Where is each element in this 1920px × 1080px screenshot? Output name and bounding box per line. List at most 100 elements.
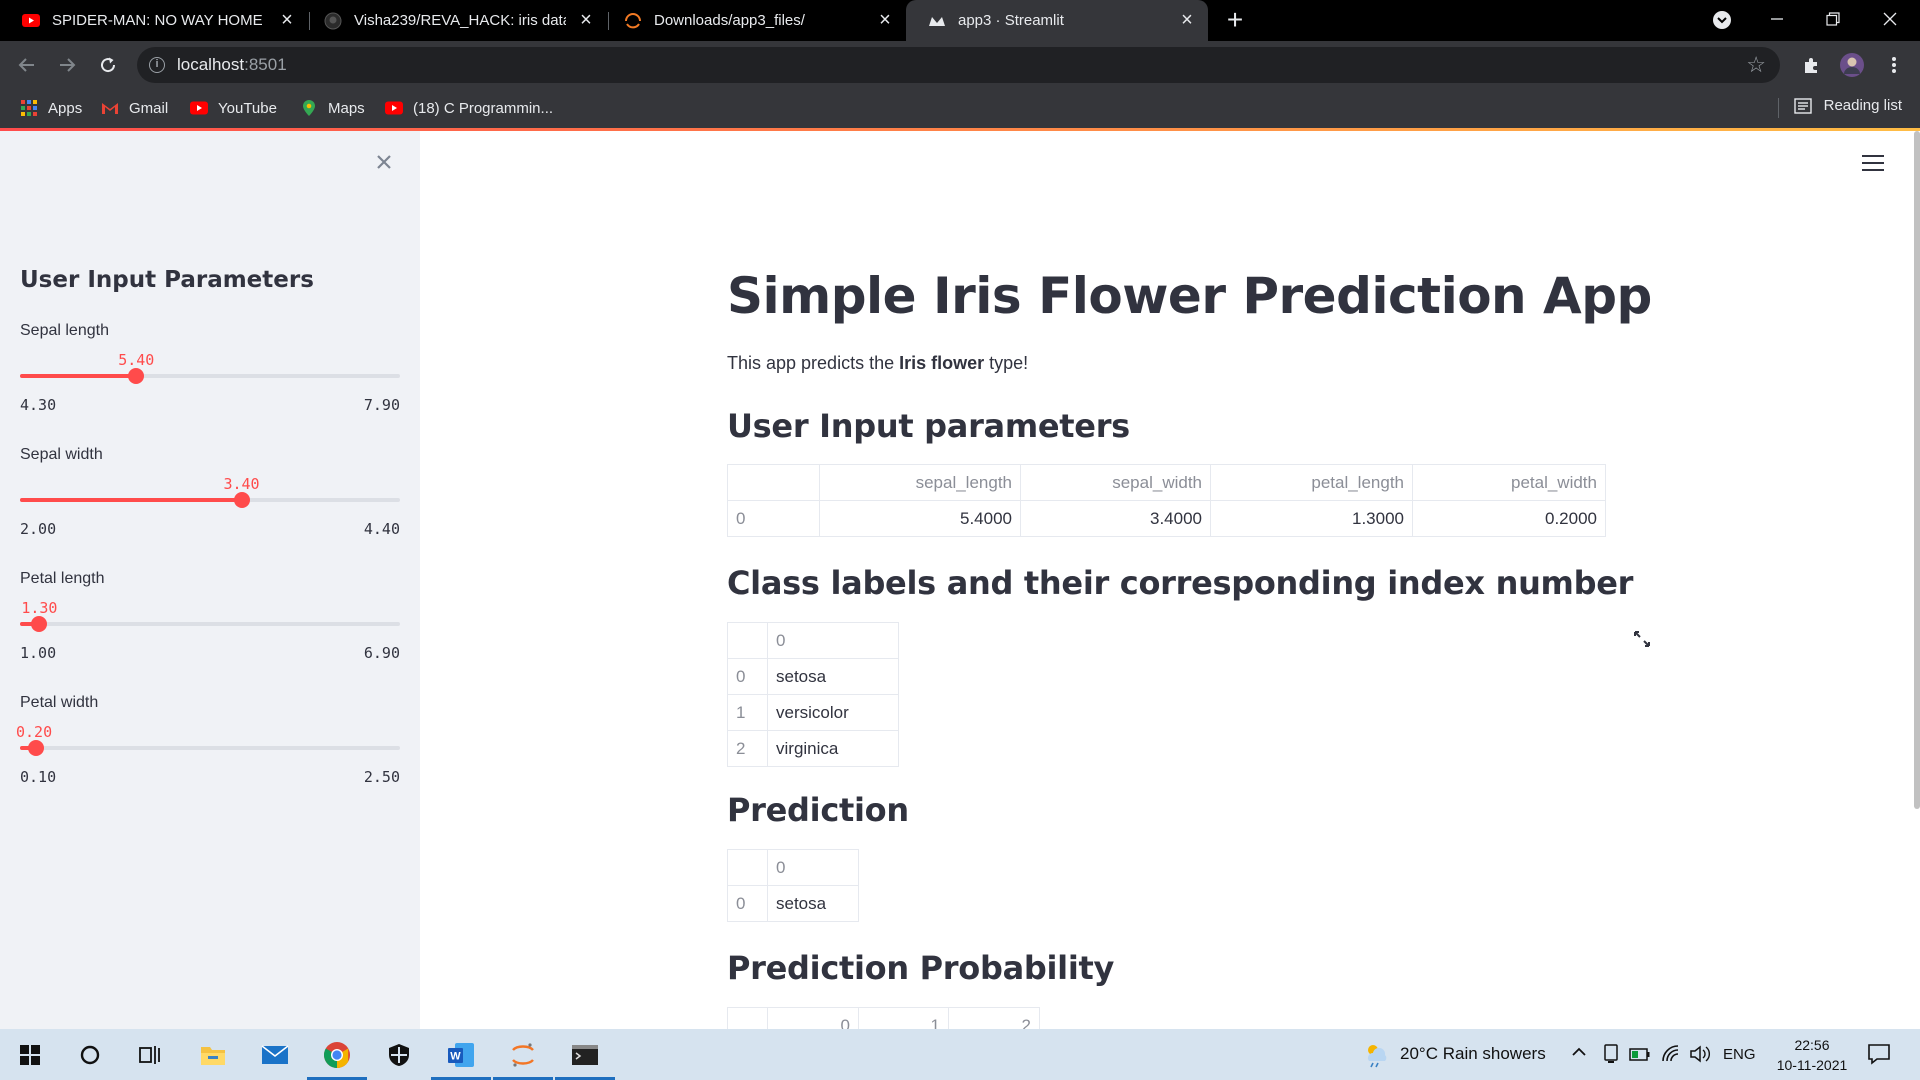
column-header[interactable]: 0 <box>767 622 899 659</box>
slider-sepal-width[interactable]: Sepal width 3.40 2.00 4.40 <box>20 446 400 556</box>
jupyter-button[interactable] <box>493 1029 553 1080</box>
volume-icon[interactable] <box>1689 1044 1711 1064</box>
slider-max: 4.40 <box>363 520 400 538</box>
menu-kebab-button[interactable] <box>1880 51 1908 79</box>
scrollbar[interactable] <box>1914 131 1920 809</box>
battery-icon[interactable] <box>1629 1045 1651 1063</box>
bookmark-c-programming[interactable]: (18) C Programmin... <box>385 97 553 119</box>
terminal-button[interactable] <box>555 1029 615 1080</box>
tab-search-button[interactable] <box>1692 0 1752 41</box>
close-icon[interactable]: × <box>577 10 595 30</box>
slider-petal-length[interactable]: Petal length 1.30 1.00 6.90 <box>20 570 400 680</box>
slider-petal-width[interactable]: Petal width 0.20 0.10 2.50 <box>16 694 400 804</box>
mail-button[interactable] <box>245 1029 305 1080</box>
reload-button[interactable] <box>94 51 122 79</box>
reading-list-button[interactable]: Reading list <box>1793 97 1902 114</box>
bookmark-gmail[interactable]: Gmail <box>101 97 168 119</box>
chrome-icon <box>324 1041 350 1068</box>
bookmark-youtube[interactable]: YouTube <box>190 97 277 119</box>
slider-min: 1.00 <box>20 644 57 662</box>
column-header[interactable]: petal_length <box>1210 464 1413 501</box>
slider-value: 0.20 <box>16 723 53 741</box>
search-button[interactable] <box>60 1029 120 1080</box>
clock[interactable]: 22:56 10-11-2021 <box>1762 1035 1862 1075</box>
table-row: 0 5.4000 3.4000 1.3000 0.2000 <box>727 500 1606 537</box>
security-button[interactable] <box>369 1029 429 1080</box>
slider-min: 0.10 <box>20 768 57 786</box>
profile-button[interactable] <box>1838 51 1866 79</box>
kebab-icon <box>1892 57 1896 73</box>
table-cell: virginica <box>767 730 899 767</box>
bookmarks-bar: Apps Gmail YouTube Maps (18) C Programmi… <box>0 88 1920 128</box>
clock-time: 22:56 <box>1794 1037 1830 1053</box>
weather-text[interactable]: 20°C Rain showers <box>1400 1044 1546 1064</box>
hamburger-menu-icon[interactable] <box>1862 155 1884 173</box>
bookmark-star-icon[interactable]: ☆ <box>1746 52 1766 78</box>
close-icon[interactable]: × <box>278 10 296 30</box>
close-icon[interactable]: × <box>1178 10 1196 30</box>
notification-icon[interactable] <box>1867 1043 1891 1065</box>
row-index: 1 <box>727 694 768 731</box>
tab-downloads[interactable]: Downloads/app3_files/ × <box>602 0 906 41</box>
slider-label: Sepal length <box>20 322 109 339</box>
new-tab-button[interactable]: + <box>1222 6 1248 34</box>
table-corner <box>727 464 820 501</box>
slider-thumb[interactable] <box>128 368 145 384</box>
slider-track[interactable] <box>20 492 400 508</box>
sidebar-close-button[interactable] <box>372 149 396 173</box>
main-content: Simple Iris Flower Prediction App This a… <box>420 131 1920 1044</box>
slider-track[interactable] <box>20 740 400 756</box>
device-icon[interactable] <box>1602 1044 1620 1064</box>
input-parameters-table: sepal_length sepal_width petal_length pe… <box>727 464 1606 537</box>
tab-github[interactable]: Visha239/REVA_HACK: iris data a × <box>302 0 607 41</box>
column-header[interactable]: sepal_length <box>819 464 1021 501</box>
info-icon[interactable]: i <box>149 57 165 73</box>
window-close-button[interactable] <box>1860 0 1920 41</box>
table-cell: 3.4000 <box>1020 500 1211 537</box>
column-header[interactable]: 0 <box>767 849 859 886</box>
file-explorer-button[interactable] <box>183 1029 243 1080</box>
url-text: localhost:8501 <box>177 55 287 74</box>
slider-thumb[interactable] <box>233 492 250 508</box>
extensions-button[interactable] <box>1798 51 1826 79</box>
close-icon <box>1883 12 1897 26</box>
address-bar[interactable]: i localhost:8501 ☆ <box>137 47 1780 83</box>
wifi-icon[interactable] <box>1661 1044 1681 1064</box>
slider-sepal-length[interactable]: Sepal length 5.40 4.30 7.90 <box>20 322 400 432</box>
start-button[interactable] <box>0 1029 60 1080</box>
mail-icon <box>261 1044 289 1064</box>
minimize-button[interactable] <box>1747 0 1807 41</box>
tab-title: SPIDER-MAN: NO WAY HOME - ( <box>52 12 264 29</box>
column-header[interactable]: sepal_width <box>1020 464 1211 501</box>
slider-label: Petal length <box>20 570 105 587</box>
slider-track[interactable] <box>20 368 400 384</box>
chevron-up-icon[interactable] <box>1571 1046 1587 1058</box>
language-indicator[interactable]: ENG <box>1723 1046 1756 1063</box>
expand-icon[interactable] <box>1632 629 1652 649</box>
table-cell: versicolor <box>767 694 899 731</box>
slider-thumb[interactable] <box>27 740 44 756</box>
restore-button[interactable] <box>1803 0 1863 41</box>
word-button[interactable]: W <box>431 1029 491 1080</box>
tab-streamlit[interactable]: app3 · Streamlit × <box>906 0 1208 41</box>
table-corner <box>727 622 768 659</box>
bookmark-label: YouTube <box>218 99 277 117</box>
tab-spiderman[interactable]: SPIDER-MAN: NO WAY HOME - ( × <box>0 0 308 41</box>
clock-date: 10-11-2021 <box>1776 1057 1848 1073</box>
bookmark-apps[interactable]: Apps <box>20 97 82 119</box>
bookmark-label: Gmail <box>129 99 169 117</box>
browser-tab-bar: SPIDER-MAN: NO WAY HOME - ( × Visha239/R… <box>0 0 1920 41</box>
forward-button[interactable] <box>53 51 81 79</box>
jupyter-icon <box>512 1042 534 1067</box>
column-header[interactable]: petal_width <box>1412 464 1606 501</box>
bookmark-maps[interactable]: Maps <box>300 97 365 119</box>
slider-track[interactable] <box>20 616 400 632</box>
task-view-button[interactable] <box>120 1029 180 1080</box>
slider-thumb[interactable] <box>31 616 48 632</box>
close-icon[interactable]: × <box>876 10 894 30</box>
back-button[interactable] <box>13 51 41 79</box>
puzzle-icon <box>1805 58 1817 73</box>
chrome-button[interactable] <box>307 1029 367 1080</box>
folder-icon <box>201 1046 225 1065</box>
bookmark-divider <box>1778 98 1779 118</box>
